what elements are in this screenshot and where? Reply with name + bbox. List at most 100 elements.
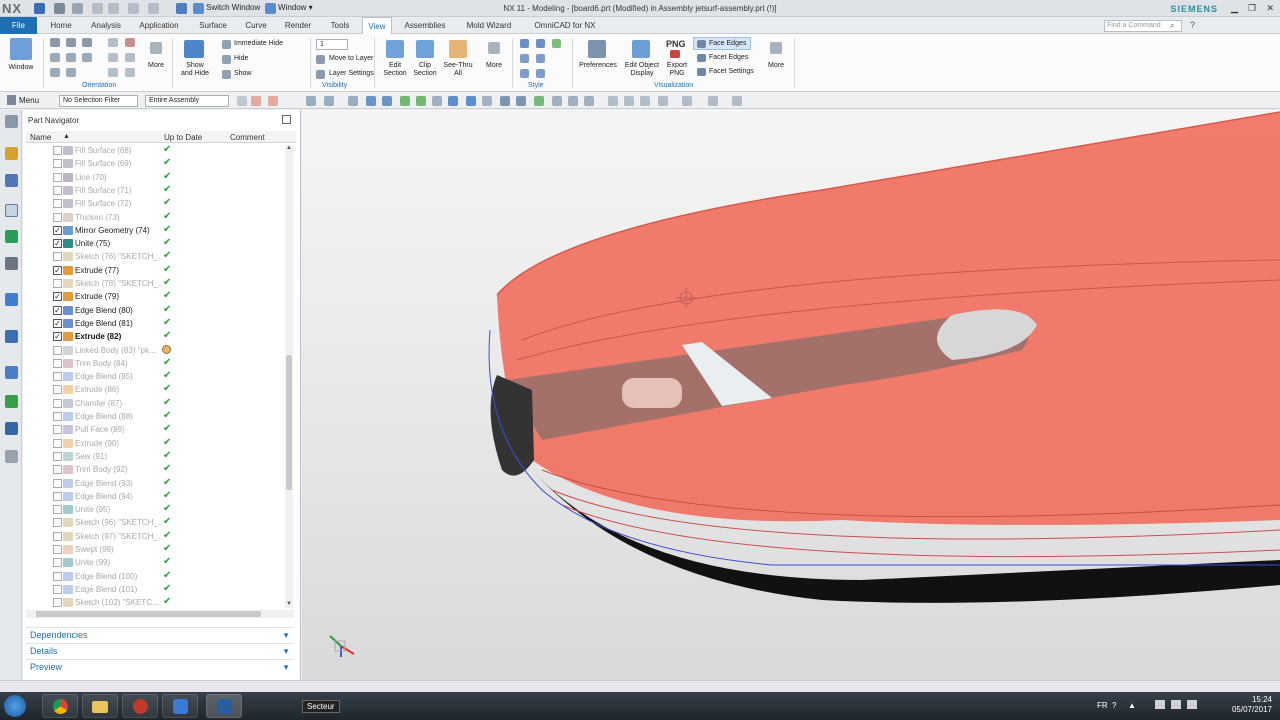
network-icon[interactable]	[1155, 700, 1165, 709]
tab-view[interactable]: View	[362, 17, 392, 34]
column-comment[interactable]: Comment	[230, 133, 265, 142]
row-checkbox[interactable]	[53, 545, 62, 554]
row-checkbox[interactable]: ✓	[53, 305, 62, 315]
camera-icon[interactable]	[682, 96, 692, 106]
menu-button[interactable]: Menu	[19, 96, 39, 105]
orient-top-icon[interactable]	[66, 38, 76, 47]
edit-object-display-button[interactable]: Edit Object Display	[620, 62, 664, 78]
row-checkbox[interactable]	[53, 279, 62, 288]
table-row[interactable]: Sketch (78) "SKETCH_... ✔	[26, 277, 288, 290]
row-checkbox[interactable]	[53, 345, 62, 355]
manufacturing-wizard-icon[interactable]	[5, 422, 18, 435]
show-and-hide-icon[interactable]	[184, 40, 204, 58]
see-thru-all-icon[interactable]	[449, 40, 467, 58]
move-to-layer-icon[interactable]	[316, 55, 325, 64]
tab-tools[interactable]: Tools	[324, 17, 356, 34]
orient-iso-icon[interactable]	[50, 68, 60, 77]
row-checkbox[interactable]: ✓	[53, 292, 62, 302]
table-row[interactable]: Fill Surface (68) ✔	[26, 144, 288, 157]
row-checkbox[interactable]	[53, 584, 62, 594]
work-view-icon[interactable]	[608, 96, 618, 106]
table-row[interactable]: ✓ Unite (75) ✔	[26, 237, 288, 250]
row-checkbox[interactable]: ✓	[53, 318, 62, 328]
table-row[interactable]: Linked Body (83) "pk...	[26, 344, 288, 357]
tab-application[interactable]: Application	[134, 17, 184, 34]
volume-icon[interactable]	[1171, 700, 1181, 709]
selection-filter-select[interactable]: No Selection Filter	[59, 95, 138, 107]
close-icon[interactable]: ✕	[1266, 3, 1274, 14]
table-row[interactable]: Sew (91) ✔	[26, 450, 288, 463]
constraint-navigator-icon[interactable]	[5, 174, 18, 187]
orient-left-icon[interactable]	[82, 53, 92, 62]
row-checkbox[interactable]	[53, 146, 62, 155]
maximize-panel-icon[interactable]	[282, 115, 291, 124]
bounded-grid-icon[interactable]	[584, 96, 594, 106]
endpoint-snap-icon[interactable]	[448, 96, 458, 106]
table-row[interactable]: Sketch (96) "SKETCH_... ✔	[26, 516, 288, 529]
row-checkbox[interactable]	[53, 531, 62, 541]
preferences-button[interactable]: Preferences	[576, 62, 620, 70]
table-row[interactable]: Swept (98) ✔	[26, 543, 288, 556]
refresh-icon[interactable]	[108, 68, 118, 77]
render-style-icon[interactable]	[708, 96, 718, 106]
point-on-curve-icon[interactable]	[552, 96, 562, 106]
control-point-icon[interactable]	[482, 96, 492, 106]
clip-section-button[interactable]: Clip Section	[408, 62, 442, 78]
recorder-icon[interactable]	[122, 694, 158, 718]
export-png-button[interactable]: Export PNG	[662, 62, 692, 78]
table-row[interactable]: Chamfer (87) ✔	[26, 397, 288, 410]
row-checkbox[interactable]	[53, 252, 62, 262]
table-row[interactable]: Sketch (102) "SKETC... ✔	[26, 596, 288, 609]
row-checkbox[interactable]: ✓	[53, 265, 62, 275]
more-button-2[interactable]: More	[480, 62, 508, 70]
row-checkbox[interactable]	[53, 451, 62, 461]
style-studio-icon[interactable]	[552, 39, 561, 48]
row-checkbox[interactable]	[53, 571, 62, 581]
table-row[interactable]: Trim Body (84) ✔	[26, 357, 288, 370]
history-icon[interactable]	[5, 330, 18, 343]
language-indicator[interactable]: FR	[1097, 701, 1108, 710]
restore-icon[interactable]: ❐	[1248, 3, 1256, 14]
point-on-face-icon[interactable]	[568, 96, 578, 106]
table-row[interactable]: Edge Blend (94) ✔	[26, 490, 288, 503]
table-row[interactable]: Unite (99) ✔	[26, 556, 288, 569]
midpoint-snap-icon[interactable]	[466, 96, 476, 106]
table-row[interactable]: ✓ Extrude (79) ✔	[26, 290, 288, 303]
row-checkbox[interactable]: ✓	[53, 239, 62, 249]
part-navigator-icon[interactable]	[5, 204, 18, 217]
style-partial-icon[interactable]	[520, 69, 529, 78]
line-snap-icon[interactable]	[416, 96, 426, 106]
view-triad-icon[interactable]	[326, 632, 356, 658]
table-row[interactable]: Thicken (73) ✔	[26, 211, 288, 224]
select-feature-icon[interactable]	[237, 96, 247, 106]
edit-object-display-icon[interactable]	[632, 40, 650, 58]
scroll-down-icon[interactable]: ▼	[286, 601, 292, 607]
show-and-hide-button[interactable]: Show and Hide	[176, 62, 214, 78]
facet-edges-button[interactable]: Facet Edges	[709, 54, 748, 62]
table-row[interactable]: Extrude (90) ✔	[26, 437, 288, 450]
table-row[interactable]: Edge Blend (85) ✔	[26, 370, 288, 383]
row-checkbox[interactable]: ✓	[53, 225, 62, 235]
tab-analysis[interactable]: Analysis	[86, 17, 126, 34]
view-icon[interactable]	[348, 96, 358, 106]
table-row[interactable]: ✓ Edge Blend (81) ✔	[26, 317, 288, 330]
row-checkbox[interactable]	[53, 398, 62, 408]
table-row[interactable]: Extrude (86) ✔	[26, 383, 288, 396]
row-checkbox[interactable]	[53, 558, 62, 568]
facet-settings-icon[interactable]	[697, 68, 706, 76]
tab-curve[interactable]: Curve	[240, 17, 272, 34]
nx-taskbar-icon[interactable]	[206, 694, 242, 718]
row-checkbox[interactable]	[53, 425, 62, 435]
table-row[interactable]: Edge Blend (93) ✔	[26, 477, 288, 490]
horizontal-scroll-thumb[interactable]	[36, 611, 261, 617]
window-icon[interactable]	[10, 38, 32, 60]
grid-icon[interactable]	[658, 96, 668, 106]
table-row[interactable]: Fill Surface (69) ✔	[26, 157, 288, 170]
see-thru-all-button[interactable]: See-Thru All	[440, 62, 476, 78]
hide-button[interactable]: Hide	[234, 55, 248, 63]
orient-trimetric-icon[interactable]	[66, 68, 76, 77]
tray-arrow-icon[interactable]: ▲	[1128, 701, 1136, 710]
selection-scope-select[interactable]: Entire Assembly	[145, 95, 229, 107]
shaded-view-icon[interactable]	[366, 96, 376, 106]
row-checkbox[interactable]	[53, 505, 62, 515]
